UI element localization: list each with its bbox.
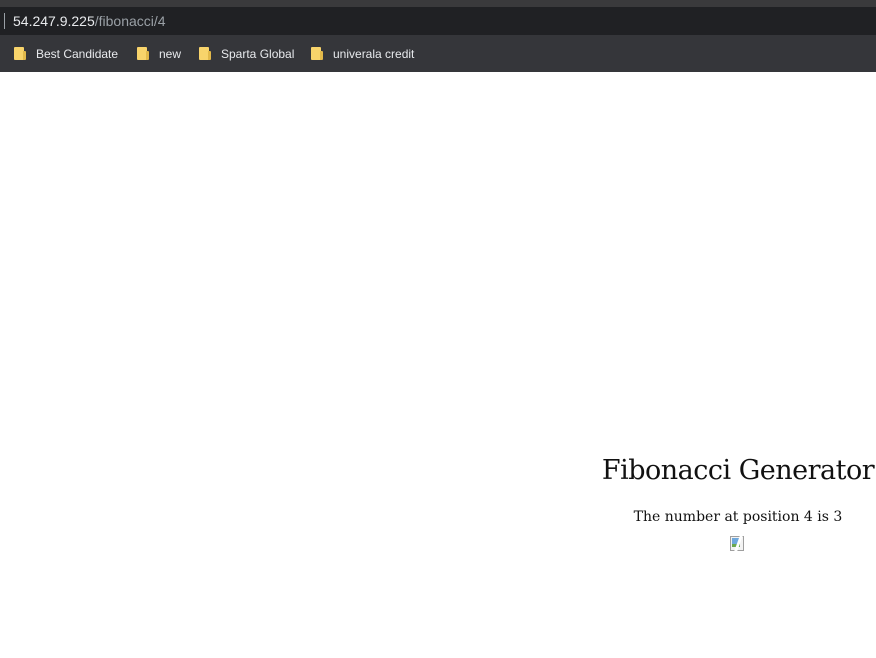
bookmark-best-candidate[interactable]: Best Candidate <box>14 45 118 62</box>
url-path: /fibonacci/4 <box>94 13 166 29</box>
folder-icon <box>311 47 323 60</box>
browser-top-strip <box>0 0 876 7</box>
page-content <box>0 72 876 658</box>
url-text[interactable]: 54.247.9.225/fibonacci/4 <box>13 12 166 30</box>
bookmark-univerala-credit[interactable]: univerala credit <box>311 45 414 62</box>
text-cursor <box>4 13 5 29</box>
address-bar[interactable]: 54.247.9.225/fibonacci/4 <box>0 7 876 35</box>
bookmark-label: new <box>159 46 182 61</box>
broken-image-icon <box>729 536 744 551</box>
bookmarks-bar: Best Candidate new Sparta Global univera… <box>0 35 876 73</box>
bookmark-sparta-global[interactable]: Sparta Global <box>199 45 294 62</box>
fibonacci-result-section: Fibonacci Generator The number at positi… <box>600 452 876 555</box>
folder-icon <box>199 47 211 60</box>
page-title: Fibonacci Generator <box>601 455 875 486</box>
folder-icon <box>14 47 26 60</box>
url-host: 54.247.9.225 <box>13 13 95 29</box>
bookmark-label: Best Candidate <box>36 46 119 61</box>
bookmark-label: univerala credit <box>333 46 415 61</box>
result-text: The number at position 4 is 3 <box>633 509 843 525</box>
folder-icon <box>137 47 149 60</box>
bookmark-label: Sparta Global <box>221 46 295 61</box>
bookmark-new[interactable]: new <box>137 45 181 62</box>
